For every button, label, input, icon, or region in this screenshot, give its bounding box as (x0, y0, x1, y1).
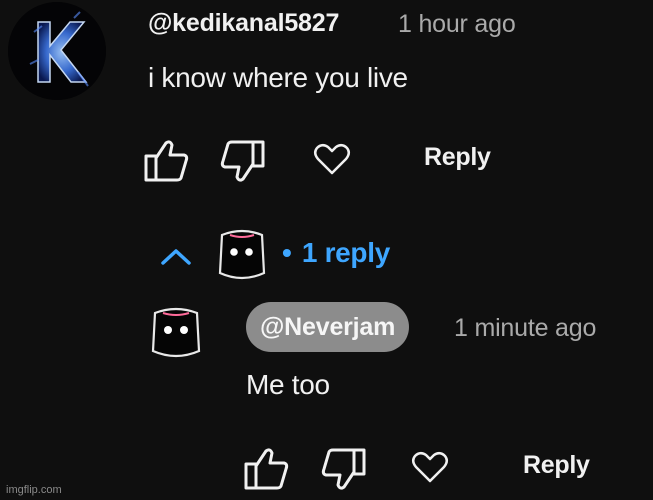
like-button[interactable] (142, 138, 190, 184)
reply-button[interactable]: Reply (424, 143, 491, 172)
comment-text: i know where you live (148, 62, 408, 93)
comment-timestamp[interactable]: 1 hour ago (398, 10, 516, 39)
black-cat-avatar-icon (148, 302, 204, 360)
reply-text: Me too (246, 369, 330, 400)
reply-reply-button[interactable]: Reply (523, 451, 590, 480)
thumbs-up-icon (144, 140, 189, 182)
k-letter-avatar-icon (8, 2, 106, 100)
thumbs-up-icon (244, 448, 289, 490)
reply-dislike-button[interactable] (320, 446, 368, 492)
thumbs-down-icon (321, 448, 366, 490)
dislike-button[interactable] (219, 138, 267, 184)
mention-chip[interactable]: @Neverjam (246, 302, 410, 352)
reply-like-button[interactable] (242, 446, 290, 492)
replies-toggle[interactable]: • 1 reply (158, 225, 390, 281)
separator-dot: • (282, 237, 292, 268)
reply-timestamp[interactable]: 1 minute ago (454, 314, 596, 343)
replies-count[interactable]: 1 reply (302, 237, 390, 269)
heart-icon (412, 452, 448, 483)
reply-heart-button[interactable] (410, 449, 450, 485)
heart-icon (314, 144, 350, 175)
comment-author-handle[interactable]: @kedikanal5827 (148, 9, 339, 38)
watermark: imgflip.com (6, 484, 62, 496)
reply-author-mini-avatar (216, 225, 268, 281)
reply-author-avatar[interactable] (148, 302, 204, 360)
heart-button[interactable] (312, 141, 352, 177)
commenter-avatar[interactable] (8, 2, 106, 100)
black-cat-avatar-icon (216, 225, 268, 281)
thumbs-down-icon (220, 140, 265, 182)
chevron-up-icon (161, 249, 191, 265)
